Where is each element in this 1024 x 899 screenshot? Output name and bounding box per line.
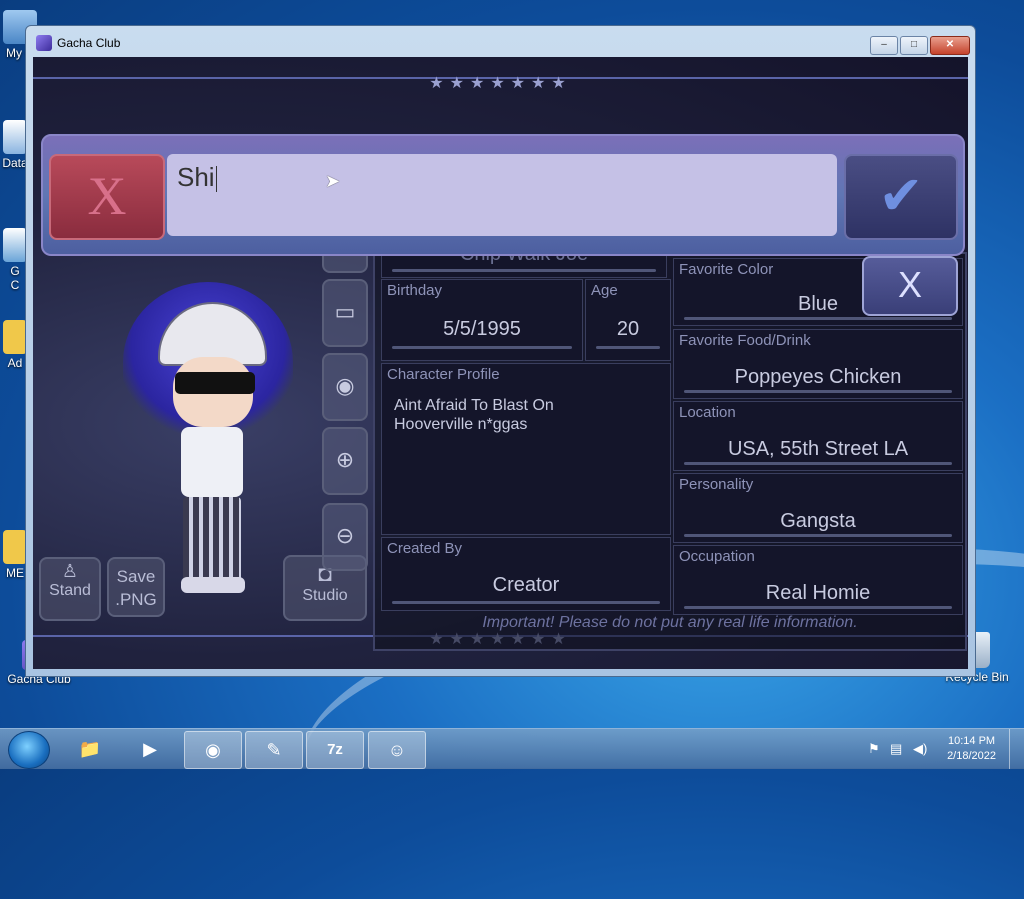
window-title: Gacha Club: [57, 36, 121, 50]
volume-icon[interactable]: ◀): [913, 741, 927, 757]
window-titlebar[interactable]: Gacha Club – □ ✕: [26, 26, 975, 56]
stand-label: Stand: [49, 582, 91, 599]
age-field[interactable]: Age 20: [585, 279, 671, 361]
top-stars: ★★★★★★★: [429, 75, 572, 92]
game-client-area: ★★★★★★★ ★★★★★★★ ♙ Stand Save .PNG ◘ Stud…: [33, 57, 968, 669]
zoom-out-icon[interactable]: ⊖: [322, 503, 368, 571]
text-input-overlay: X Shi ✔: [41, 134, 965, 256]
created-by-value: Creator: [492, 574, 560, 596]
mouse-cursor-icon: ➤: [325, 171, 341, 191]
close-button[interactable]: ✕: [930, 36, 970, 55]
character-profile-label: Character Profile: [387, 366, 500, 383]
name-underline: [392, 269, 656, 272]
name-field-partial[interactable]: Chip Walk Joe: [381, 243, 667, 278]
created-by-field[interactable]: Created By Creator: [381, 537, 671, 611]
favorite-food-field[interactable]: Favorite Food/Drink Poppeyes Chicken: [673, 329, 963, 399]
occupation-label: Occupation: [679, 548, 755, 565]
maximize-button[interactable]: □: [900, 36, 928, 55]
clock[interactable]: 10:14 PM 2/18/2022: [947, 734, 996, 764]
character-profile-field[interactable]: Character Profile Aint Afraid To Blast O…: [381, 363, 671, 535]
folder-icon: [3, 530, 27, 564]
name-text-input[interactable]: Shi: [167, 154, 837, 236]
character-shoes: [181, 577, 245, 593]
personality-field[interactable]: Personality Gangsta: [673, 473, 963, 543]
zoom-in-icon[interactable]: ⊕: [322, 427, 368, 495]
chrome-taskbar-icon[interactable]: ◉: [184, 731, 242, 769]
character-shirt: [181, 427, 243, 497]
favorite-color-underline: [684, 317, 952, 320]
data-icon: [3, 120, 27, 154]
action-center-icon[interactable]: ⚑: [868, 741, 880, 757]
character-legs: [183, 497, 241, 582]
start-button[interactable]: [8, 731, 50, 769]
age-underline: [596, 346, 660, 349]
7zip-taskbar-icon[interactable]: 7z: [306, 731, 364, 769]
personality-underline: [684, 534, 952, 537]
important-note: Important! Please do not put any real li…: [482, 614, 858, 631]
age-value: 20: [616, 318, 640, 340]
confirm-input-button[interactable]: ✔: [844, 154, 958, 240]
explorer-taskbar-icon[interactable]: 📁: [62, 731, 118, 767]
notepad-taskbar-icon[interactable]: ✎: [245, 731, 303, 769]
shortcut-icon: [3, 228, 27, 262]
occupation-underline: [684, 606, 952, 609]
age-label: Age: [591, 282, 618, 299]
created-by-underline: [392, 601, 660, 604]
text-input-value: Shi: [177, 162, 215, 192]
location-field[interactable]: Location USA, 55th Street LA: [673, 401, 963, 471]
birthday-label: Birthday: [387, 282, 443, 299]
gacha-app-icon: [36, 35, 52, 51]
stand-figure-icon: ♙: [61, 561, 79, 581]
text-caret: [215, 166, 217, 193]
birthday-field[interactable]: Birthday 5/5/1995: [381, 279, 583, 361]
folder-icon: [3, 320, 27, 354]
image-icon[interactable]: ▭: [322, 279, 368, 347]
location-label: Location: [679, 404, 736, 421]
gacha-club-window: Gacha Club – □ ✕ ★★★★★★★ ★★★★★★★ ♙ Stand…: [25, 25, 976, 677]
favorite-food-value: Poppeyes Chicken: [734, 366, 902, 388]
stand-button[interactable]: ♙ Stand: [39, 557, 101, 621]
created-by-label: Created By: [387, 540, 463, 557]
birthday-value: 5/5/1995: [443, 318, 521, 340]
minimize-button[interactable]: –: [870, 36, 898, 55]
character-preview[interactable]: [113, 272, 313, 602]
clock-date: 2/18/2022: [947, 750, 996, 762]
favorite-color-label: Favorite Color: [679, 261, 774, 278]
gacha-club-taskbar-icon[interactable]: ☺: [368, 731, 426, 769]
occupation-field[interactable]: Occupation Real Homie: [673, 545, 963, 615]
occupation-value: Real Homie: [765, 582, 871, 604]
save-png-button[interactable]: Save .PNG: [107, 557, 165, 617]
birthday-underline: [392, 346, 572, 349]
show-desktop-button[interactable]: [1009, 729, 1024, 769]
personality-label: Personality: [679, 476, 754, 493]
personality-value: Gangsta: [780, 510, 856, 532]
location-value: USA, 55th Street LA: [727, 438, 909, 460]
media-player-taskbar-icon[interactable]: ▶: [122, 731, 178, 767]
close-panel-button[interactable]: X: [862, 256, 958, 316]
network-icon[interactable]: ▤: [890, 741, 902, 757]
character-profile-value: Aint Afraid To Blast On Hooverville n*gg…: [394, 397, 554, 433]
studio-label: Studio: [302, 587, 348, 604]
favorite-food-label: Favorite Food/Drink: [679, 332, 811, 349]
cancel-input-button[interactable]: X: [49, 154, 165, 240]
character-glasses: [175, 372, 255, 394]
eye-icon[interactable]: ◉: [322, 353, 368, 421]
favorite-food-underline: [684, 390, 952, 393]
location-underline: [684, 462, 952, 465]
clock-time: 10:14 PM: [947, 735, 996, 747]
taskbar: 📁 ▶ ◉ ✎ 7z ☺ ⚑ ▤ ◀) 10:14 PM 2/18/2022: [0, 728, 1024, 769]
